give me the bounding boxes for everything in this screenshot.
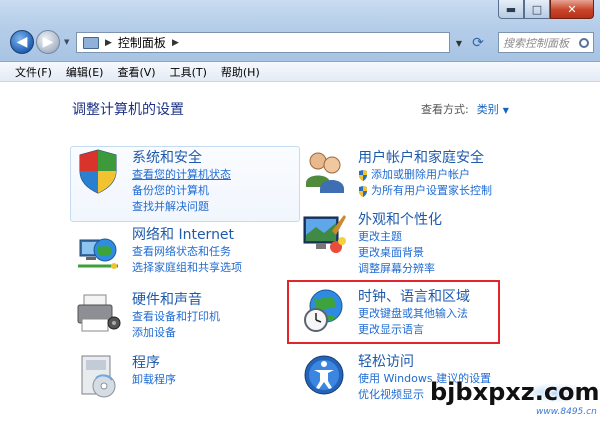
window-chrome: ▬ □ ✕ ◀ ▶ ▼ ▶ 控制面板 ▶ ▼ ⟳ 搜索控制面板 [0, 0, 600, 62]
watermark-text: bjbxpxz.com [430, 378, 600, 406]
link-text[interactable]: 添加或删除用户帐户 [371, 167, 470, 183]
appearance-monitor-icon [303, 215, 346, 253]
category-system-security[interactable]: 系统和安全 查看您的计算机状态 备份您的计算机 查找并解决问题 [74, 147, 304, 217]
menu-file[interactable]: 文件(F) [8, 64, 59, 80]
view-mode: 查看方式: 类别 ▼ [421, 101, 509, 117]
link-backup-computer[interactable]: 备份您的计算机 [132, 183, 231, 199]
printer-icon [77, 294, 121, 332]
uac-shield-icon [359, 169, 367, 181]
link-change-theme[interactable]: 更改主题 [358, 229, 435, 245]
link-add-remove-accounts[interactable]: 添加或删除用户帐户 [358, 167, 492, 183]
control-panel-icon [83, 36, 99, 49]
category-links: 查看网络状态和任务 选择家庭组和共享选项 [132, 244, 242, 276]
menu-view[interactable]: 查看(V) [110, 64, 162, 80]
recent-pages-dropdown[interactable]: ▼ [64, 38, 69, 46]
breadcrumb-separator-icon[interactable]: ▶ [105, 38, 112, 48]
clock-globe-icon [304, 289, 343, 332]
security-shield-icon [79, 149, 117, 194]
category-title[interactable]: 时钟、语言和区域 [358, 286, 470, 306]
breadcrumb-control-panel[interactable]: 控制面板 [118, 34, 166, 51]
link-change-input-method[interactable]: 更改键盘或其他输入法 [358, 306, 468, 322]
menu-tools[interactable]: 工具(T) [163, 64, 214, 80]
category-links: 查看设备和打印机 添加设备 [132, 309, 220, 341]
category-links: 添加或删除用户帐户 为所有用户设置家长控制 [358, 167, 492, 199]
category-title[interactable]: 外观和个性化 [358, 209, 442, 229]
link-devices-printers[interactable]: 查看设备和打印机 [132, 309, 220, 325]
link-desktop-background[interactable]: 更改桌面背景 [358, 245, 435, 261]
category-user-accounts[interactable]: 用户帐户和家庭安全 添加或删除用户帐户 为所有用户设置家长控制 [300, 147, 530, 197]
users-icon [306, 152, 344, 193]
programs-icon [81, 355, 116, 398]
forward-button[interactable]: ▶ [36, 30, 60, 54]
category-links: 更改主题 更改桌面背景 调整屏幕分辨率 [358, 229, 435, 277]
category-programs[interactable]: 程序 卸载程序 [74, 352, 304, 402]
category-title[interactable]: 用户帐户和家庭安全 [358, 147, 484, 167]
view-mode-label: 查看方式: [421, 103, 469, 116]
search-icon[interactable] [579, 37, 589, 48]
category-appearance[interactable]: 外观和个性化 更改主题 更改桌面背景 调整屏幕分辨率 [300, 209, 530, 275]
search-box[interactable]: 搜索控制面板 [498, 32, 594, 53]
window-controls: ▬ □ ✕ [498, 0, 594, 19]
refresh-icon: ⟳ [472, 35, 484, 51]
link-troubleshoot[interactable]: 查找并解决问题 [132, 199, 231, 215]
refresh-button[interactable]: ⟳ [468, 34, 488, 52]
category-title[interactable]: 轻松访问 [358, 351, 414, 371]
category-title[interactable]: 网络和 Internet [132, 224, 234, 244]
link-parental-controls[interactable]: 为所有用户设置家长控制 [358, 183, 492, 199]
category-links: 查看您的计算机状态 备份您的计算机 查找并解决问题 [132, 167, 231, 215]
minimize-button[interactable]: ▬ [498, 0, 524, 19]
link-view-network-status[interactable]: 查看网络状态和任务 [132, 244, 242, 260]
maximize-button[interactable]: □ [524, 0, 550, 19]
category-title[interactable]: 程序 [132, 352, 160, 372]
menu-edit[interactable]: 编辑(E) [59, 64, 111, 80]
category-clock-language-region[interactable]: 时钟、语言和区域 更改键盘或其他输入法 更改显示语言 [300, 286, 500, 342]
page-title: 调整计算机的设置 [72, 102, 184, 118]
link-add-device[interactable]: 添加设备 [132, 325, 220, 341]
view-mode-dropdown[interactable]: 类别 [477, 103, 499, 116]
watermark-subtext: www.8495.cn [536, 407, 597, 417]
breadcrumb-separator-icon[interactable]: ▶ [172, 38, 179, 48]
forward-arrow-icon: ▶ [42, 34, 54, 50]
network-globe-icon [78, 238, 118, 269]
link-screen-resolution[interactable]: 调整屏幕分辨率 [358, 261, 435, 277]
category-network-internet[interactable]: 网络和 Internet 查看网络状态和任务 选择家庭组和共享选项 [74, 224, 304, 274]
menu-bar: 文件(F) 编辑(E) 查看(V) 工具(T) 帮助(H) [0, 62, 600, 82]
control-panel-content: 调整计算机的设置 查看方式: 类别 ▼ 系统和安全 查看您的计算机状态 备份您的计算… [0, 83, 600, 427]
close-button[interactable]: ✕ [550, 0, 594, 19]
search-input[interactable]: 搜索控制面板 [503, 35, 569, 51]
address-bar[interactable]: ▶ 控制面板 ▶ [76, 32, 450, 53]
link-homegroup-sharing[interactable]: 选择家庭组和共享选项 [132, 260, 242, 276]
link-change-display-language[interactable]: 更改显示语言 [358, 322, 468, 338]
uac-shield-icon [359, 185, 367, 197]
ease-of-access-icon [304, 355, 344, 395]
link-view-computer-status[interactable]: 查看您的计算机状态 [132, 167, 231, 183]
chevron-down-icon[interactable]: ▼ [503, 106, 509, 115]
link-uninstall-program[interactable]: 卸载程序 [132, 372, 176, 388]
back-arrow-icon: ◀ [16, 34, 28, 50]
category-links: 更改键盘或其他输入法 更改显示语言 [358, 306, 468, 338]
link-text[interactable]: 为所有用户设置家长控制 [371, 183, 492, 199]
category-title[interactable]: 硬件和声音 [132, 289, 202, 309]
category-hardware-sound[interactable]: 硬件和声音 查看设备和打印机 添加设备 [74, 289, 304, 339]
address-dropdown-button[interactable]: ▼ [452, 34, 466, 52]
navigation-row: ◀ ▶ ▼ ▶ 控制面板 ▶ ▼ ⟳ 搜索控制面板 [6, 28, 594, 56]
category-title[interactable]: 系统和安全 [132, 147, 202, 167]
menu-help[interactable]: 帮助(H) [214, 64, 267, 80]
category-links: 卸载程序 [132, 372, 176, 388]
back-button[interactable]: ◀ [10, 30, 34, 54]
